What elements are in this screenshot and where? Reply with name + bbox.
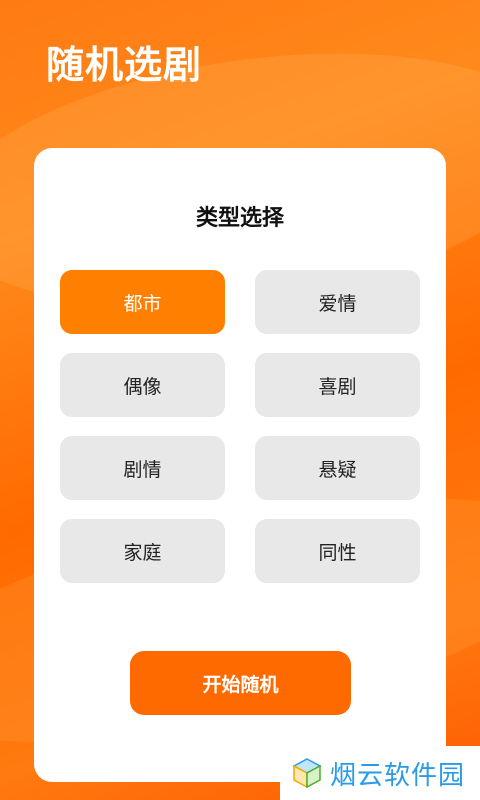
type-button-ouxiang[interactable]: 偶像: [60, 353, 225, 417]
type-button-dushi[interactable]: 都市: [60, 270, 225, 334]
watermark-text: 烟云软件园: [330, 760, 466, 791]
type-button-juqing[interactable]: 剧情: [60, 436, 225, 500]
page-title: 随机选剧: [46, 43, 203, 87]
watermark: 烟云软件园: [280, 746, 480, 800]
cube-logo-icon: [292, 758, 322, 789]
type-button-xiju[interactable]: 喜剧: [255, 353, 420, 417]
type-button-xuanyi[interactable]: 悬疑: [255, 436, 420, 500]
card-title: 类型选择: [195, 206, 284, 231]
type-selection-card: 类型选择 都市 爱情 偶像 喜剧 剧情 悬疑 家庭 同性 开始随机: [34, 148, 446, 782]
type-grid: 都市 爱情 偶像 喜剧 剧情 悬疑 家庭 同性: [60, 270, 420, 583]
type-button-aiqing[interactable]: 爱情: [255, 270, 420, 334]
type-button-jiating[interactable]: 家庭: [60, 519, 225, 583]
type-button-tongxing[interactable]: 同性: [255, 519, 420, 583]
start-random-button[interactable]: 开始随机: [130, 651, 351, 715]
